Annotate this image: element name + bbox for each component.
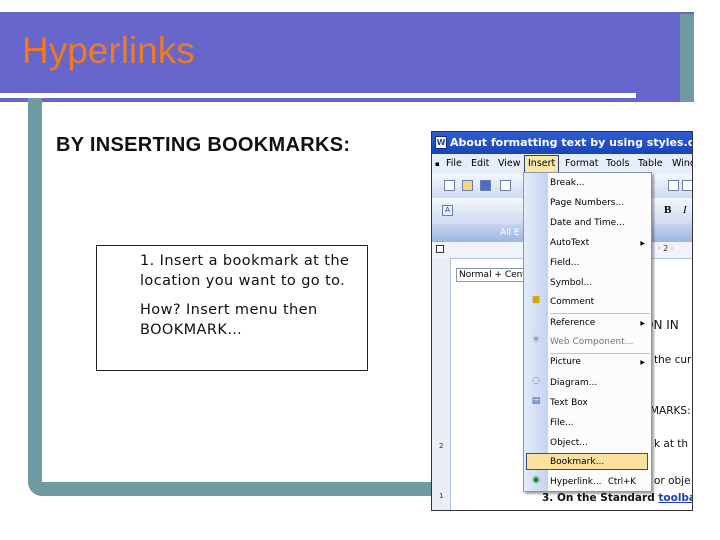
menu-item-bookmark[interactable]: Bookmark... xyxy=(550,457,604,467)
show-level-dropdown[interactable]: All E xyxy=(500,224,520,242)
menu-table[interactable]: Table xyxy=(638,154,663,174)
menu-item-reference[interactable]: Reference xyxy=(550,318,595,328)
menu-item-comment[interactable]: Comment xyxy=(550,297,594,307)
doc-menu-icon[interactable]: ▪ xyxy=(435,154,440,174)
vruler-mark-1: 1 xyxy=(439,492,444,500)
tab-selector-icon[interactable] xyxy=(436,245,444,253)
menu-item-web-component[interactable]: Web Component... xyxy=(550,337,633,347)
menu-view[interactable]: View xyxy=(498,154,521,174)
doc-text-fragment: MARKS: xyxy=(650,405,691,417)
submenu-arrow-icon: ▶ xyxy=(640,240,645,247)
submenu-arrow-icon: ▶ xyxy=(640,320,645,327)
menu-file[interactable]: File xyxy=(446,154,462,174)
title-underline xyxy=(0,93,636,98)
frame-right-edge xyxy=(680,14,694,106)
instruction-step: 1. Insert a bookmark at the location you… xyxy=(140,253,350,289)
web-component-icon: ✳ xyxy=(532,335,540,345)
menu-item-break[interactable]: Break... xyxy=(550,178,585,188)
doc-text-fragment: the cur xyxy=(654,354,692,366)
slide: Hyperlinks BY INSERTING BOOKMARKS: 1. In… xyxy=(0,0,720,540)
menu-item-autotext[interactable]: AutoText xyxy=(550,238,589,248)
open-folder-icon[interactable] xyxy=(462,180,473,191)
diagram-icon: ◌ xyxy=(532,376,540,386)
hyperlink-icon: ◉ xyxy=(532,475,540,485)
doc-text-fragment: 3. On the Standard toolba xyxy=(542,492,692,504)
menu-item-picture[interactable]: Picture xyxy=(550,357,581,367)
permission-icon[interactable] xyxy=(500,180,511,191)
instruction-text: 1. Insert a bookmark at the location you… xyxy=(140,251,360,349)
menu-item-symbol[interactable]: Symbol... xyxy=(550,278,592,288)
menu-bar: ▪ File Edit View Insert Format Tools Tab… xyxy=(432,154,692,174)
text-box-icon: ▤ xyxy=(531,396,541,406)
slide-heading: BY INSERTING BOOKMARKS: xyxy=(56,134,351,156)
frame-left-edge xyxy=(28,96,42,496)
new-doc-icon[interactable] xyxy=(444,180,455,191)
styles-pane-icon[interactable]: A xyxy=(442,205,453,216)
menu-edit[interactable]: Edit xyxy=(471,154,489,174)
doc-text-fragment: k at th xyxy=(654,438,689,450)
word-doc-icon: W xyxy=(435,136,447,149)
vruler-mark-2: 2 xyxy=(439,442,444,450)
instruction-how: How? Insert menu then BOOKMARK… xyxy=(140,302,318,338)
menu-separator xyxy=(550,353,650,354)
menu-item-field[interactable]: Field... xyxy=(550,258,579,268)
window-titlebar: W About formatting text by using styles.… xyxy=(432,132,692,154)
doc-step-text: 3. On the Standard xyxy=(542,492,655,504)
menu-item-object[interactable]: Object... xyxy=(550,438,588,448)
menu-window[interactable]: Wind xyxy=(672,154,692,174)
window-title: About formatting text by using styles.do… xyxy=(450,136,692,149)
slide-title: Hyperlinks xyxy=(22,30,195,71)
frame-bottom-edge xyxy=(28,482,468,496)
vertical-ruler: 2 1 xyxy=(432,258,451,510)
insert-menu: Break... Page Numbers... Date and Time..… xyxy=(523,172,652,492)
comment-icon: ■ xyxy=(531,295,541,305)
menu-format[interactable]: Format xyxy=(565,154,598,174)
menu-separator xyxy=(550,313,650,314)
menu-item-file[interactable]: File... xyxy=(550,418,574,428)
menu-insert[interactable]: Insert xyxy=(524,155,560,173)
italic-button[interactable]: I xyxy=(683,204,687,216)
menu-item-diagram[interactable]: Diagram... xyxy=(550,378,597,388)
word-screenshot: W About formatting text by using styles.… xyxy=(431,131,693,511)
ruler-mark: · 2 · xyxy=(658,244,674,253)
menu-icon-strip xyxy=(524,173,548,491)
menu-item-date-time[interactable]: Date and Time... xyxy=(550,218,625,228)
submenu-arrow-icon: ▶ xyxy=(640,359,645,366)
paste-icon[interactable] xyxy=(682,180,692,191)
bold-button[interactable]: B xyxy=(664,204,671,216)
menu-item-text-box[interactable]: Text Box xyxy=(550,398,588,408)
save-icon[interactable] xyxy=(480,180,491,191)
redo-icon[interactable] xyxy=(668,180,679,191)
hyperlink-shortcut: Ctrl+K xyxy=(608,477,636,487)
menu-tools[interactable]: Tools xyxy=(606,154,629,174)
doc-link-text[interactable]: toolba xyxy=(658,492,692,504)
menu-item-page-numbers[interactable]: Page Numbers... xyxy=(550,198,624,208)
doc-text-fragment: or obje xyxy=(654,475,691,487)
menu-item-hyperlink[interactable]: Hyperlink... xyxy=(550,477,602,487)
